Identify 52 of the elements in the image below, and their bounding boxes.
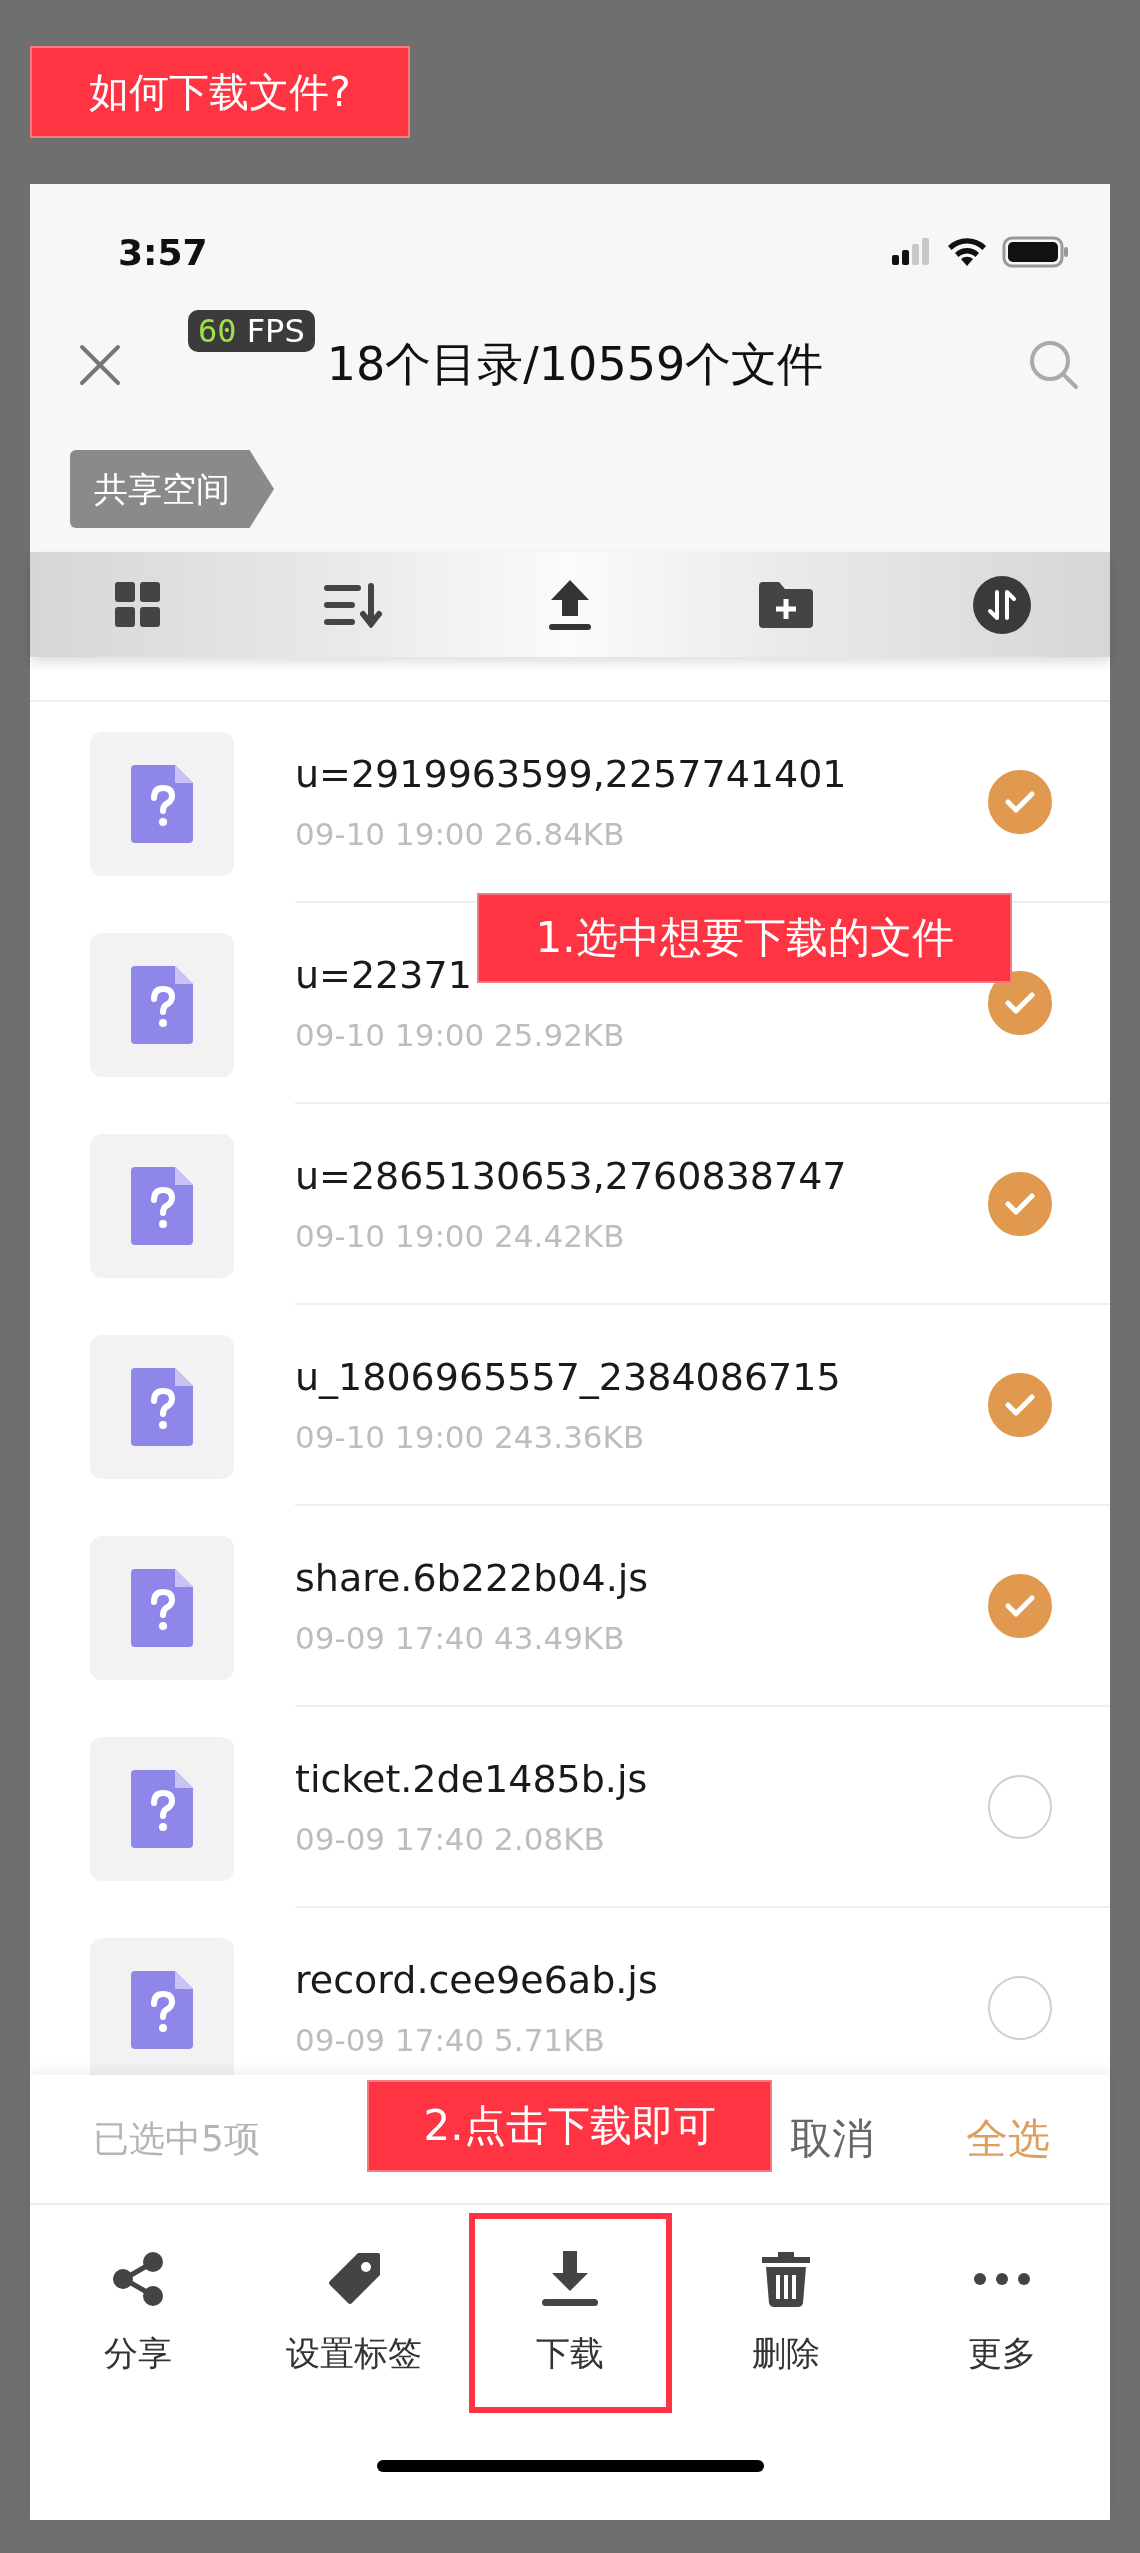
file-name: u=22371 (295, 952, 473, 997)
file-meta: 09-10 19:00 243.36KB (295, 1418, 646, 1455)
unknown-file-icon (131, 1770, 193, 1848)
cancel-link[interactable]: 取消 (790, 2111, 874, 2167)
action-button[interactable]: 更多 (900, 2213, 1104, 2413)
action-button[interactable]: 删除 (684, 2213, 888, 2413)
file-name: u_1806965557_2384086715 (295, 1354, 842, 1399)
select-checkbox[interactable] (988, 1975, 1052, 2040)
signal-icon (892, 237, 932, 267)
unknown-file-icon (131, 966, 193, 1044)
select-checkbox[interactable] (988, 1774, 1052, 1839)
file-name: ticket.2de1485b.js (295, 1756, 649, 1801)
more-icon (972, 2273, 1032, 2285)
unknown-file-icon (131, 1971, 193, 2049)
annotation-label: 2.点击下载即可 (367, 2080, 772, 2172)
wifi-icon (946, 236, 988, 268)
close-icon[interactable] (78, 343, 122, 387)
annotation-label: 如何下载文件? (30, 46, 410, 138)
file-meta: 09-09 17:40 2.08KB (295, 1820, 606, 1857)
selection-count: 已选中5项 (93, 2116, 260, 2161)
file-name: u=2919963599,2257741401 (295, 751, 848, 796)
action-button[interactable]: 分享 (36, 2213, 240, 2413)
download-icon (540, 2249, 600, 2309)
unknown-file-icon (131, 1368, 193, 1446)
battery-icon (1002, 236, 1070, 268)
file-meta: 09-10 19:00 25.92KB (295, 1016, 626, 1053)
check-icon (1005, 991, 1035, 1014)
search-icon[interactable] (1028, 339, 1080, 391)
transfer-icon[interactable] (973, 575, 1031, 634)
new-folder-icon[interactable] (757, 579, 815, 630)
file-meta: 09-10 19:00 24.42KB (295, 1217, 626, 1254)
file-meta: 09-10 19:00 26.84KB (295, 815, 626, 852)
sort-icon[interactable] (324, 581, 384, 628)
unknown-file-icon (131, 765, 193, 843)
grid-view-icon[interactable] (115, 581, 161, 628)
action-button[interactable]: 下载 (468, 2213, 672, 2413)
unknown-file-icon (131, 1167, 193, 1245)
file-meta: 09-09 17:40 5.71KB (295, 2021, 606, 2058)
annotation-label: 1.选中想要下载的文件 (477, 893, 1012, 983)
page-title: 18个目录/10559个文件 (326, 336, 824, 393)
file-name: u=2865130653,2760838747 (295, 1153, 848, 1198)
file-name: record.cee9e6ab.js (295, 1957, 659, 2002)
check-icon (1005, 790, 1035, 813)
file-name: share.6b222b04.js (295, 1555, 650, 1600)
check-icon (1005, 1393, 1035, 1416)
check-icon (1005, 1192, 1035, 1215)
status-time: 3:57 (118, 231, 208, 273)
fps-badge: 60 FPS (188, 310, 315, 352)
action-button[interactable]: 设置标签 (252, 2213, 456, 2413)
file-meta: 09-09 17:40 43.49KB (295, 1619, 626, 1656)
unknown-file-icon (131, 1569, 193, 1647)
check-icon (1005, 1594, 1035, 1617)
